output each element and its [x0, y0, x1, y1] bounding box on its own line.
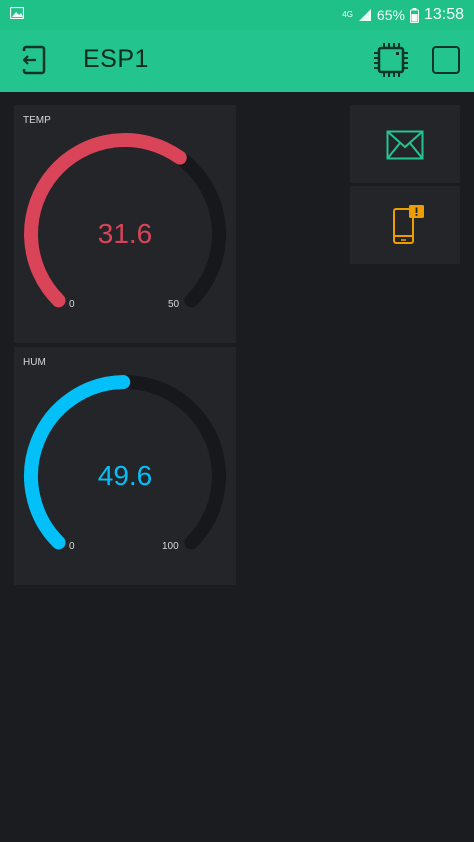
envelope-icon: [386, 130, 424, 160]
play-stop-button[interactable]: [432, 46, 460, 74]
clock: 13:58: [423, 6, 464, 23]
app-bar: ESP1: [0, 30, 474, 92]
device-chip-icon[interactable]: [372, 41, 410, 79]
temperature-gauge[interactable]: TEMP 31.6 0 50: [14, 105, 236, 343]
email-widget-button[interactable]: [350, 105, 460, 183]
gauge-max: 100: [162, 541, 179, 552]
gauge-max: 50: [168, 299, 180, 310]
gallery-icon: [10, 7, 24, 19]
phone-notification-icon: [393, 205, 424, 244]
network-type: 4G: [342, 10, 353, 19]
humidity-gauge[interactable]: HUM 49.6 0 100: [14, 347, 236, 585]
gauge-value: 49.6: [97, 460, 153, 491]
gauge-value: 31.6: [97, 218, 153, 249]
battery-icon: [409, 7, 419, 23]
notification-widget-button[interactable]: [350, 186, 460, 264]
project-title: ESP1: [83, 45, 149, 73]
gauge-min: 0: [69, 541, 75, 552]
battery-percent: 65%: [376, 7, 405, 23]
status-bar: 4G 65% 13:58: [0, 0, 474, 30]
gauge-min: 0: [69, 299, 75, 310]
signal-icon: [358, 9, 371, 21]
exit-project-button[interactable]: [16, 42, 52, 78]
